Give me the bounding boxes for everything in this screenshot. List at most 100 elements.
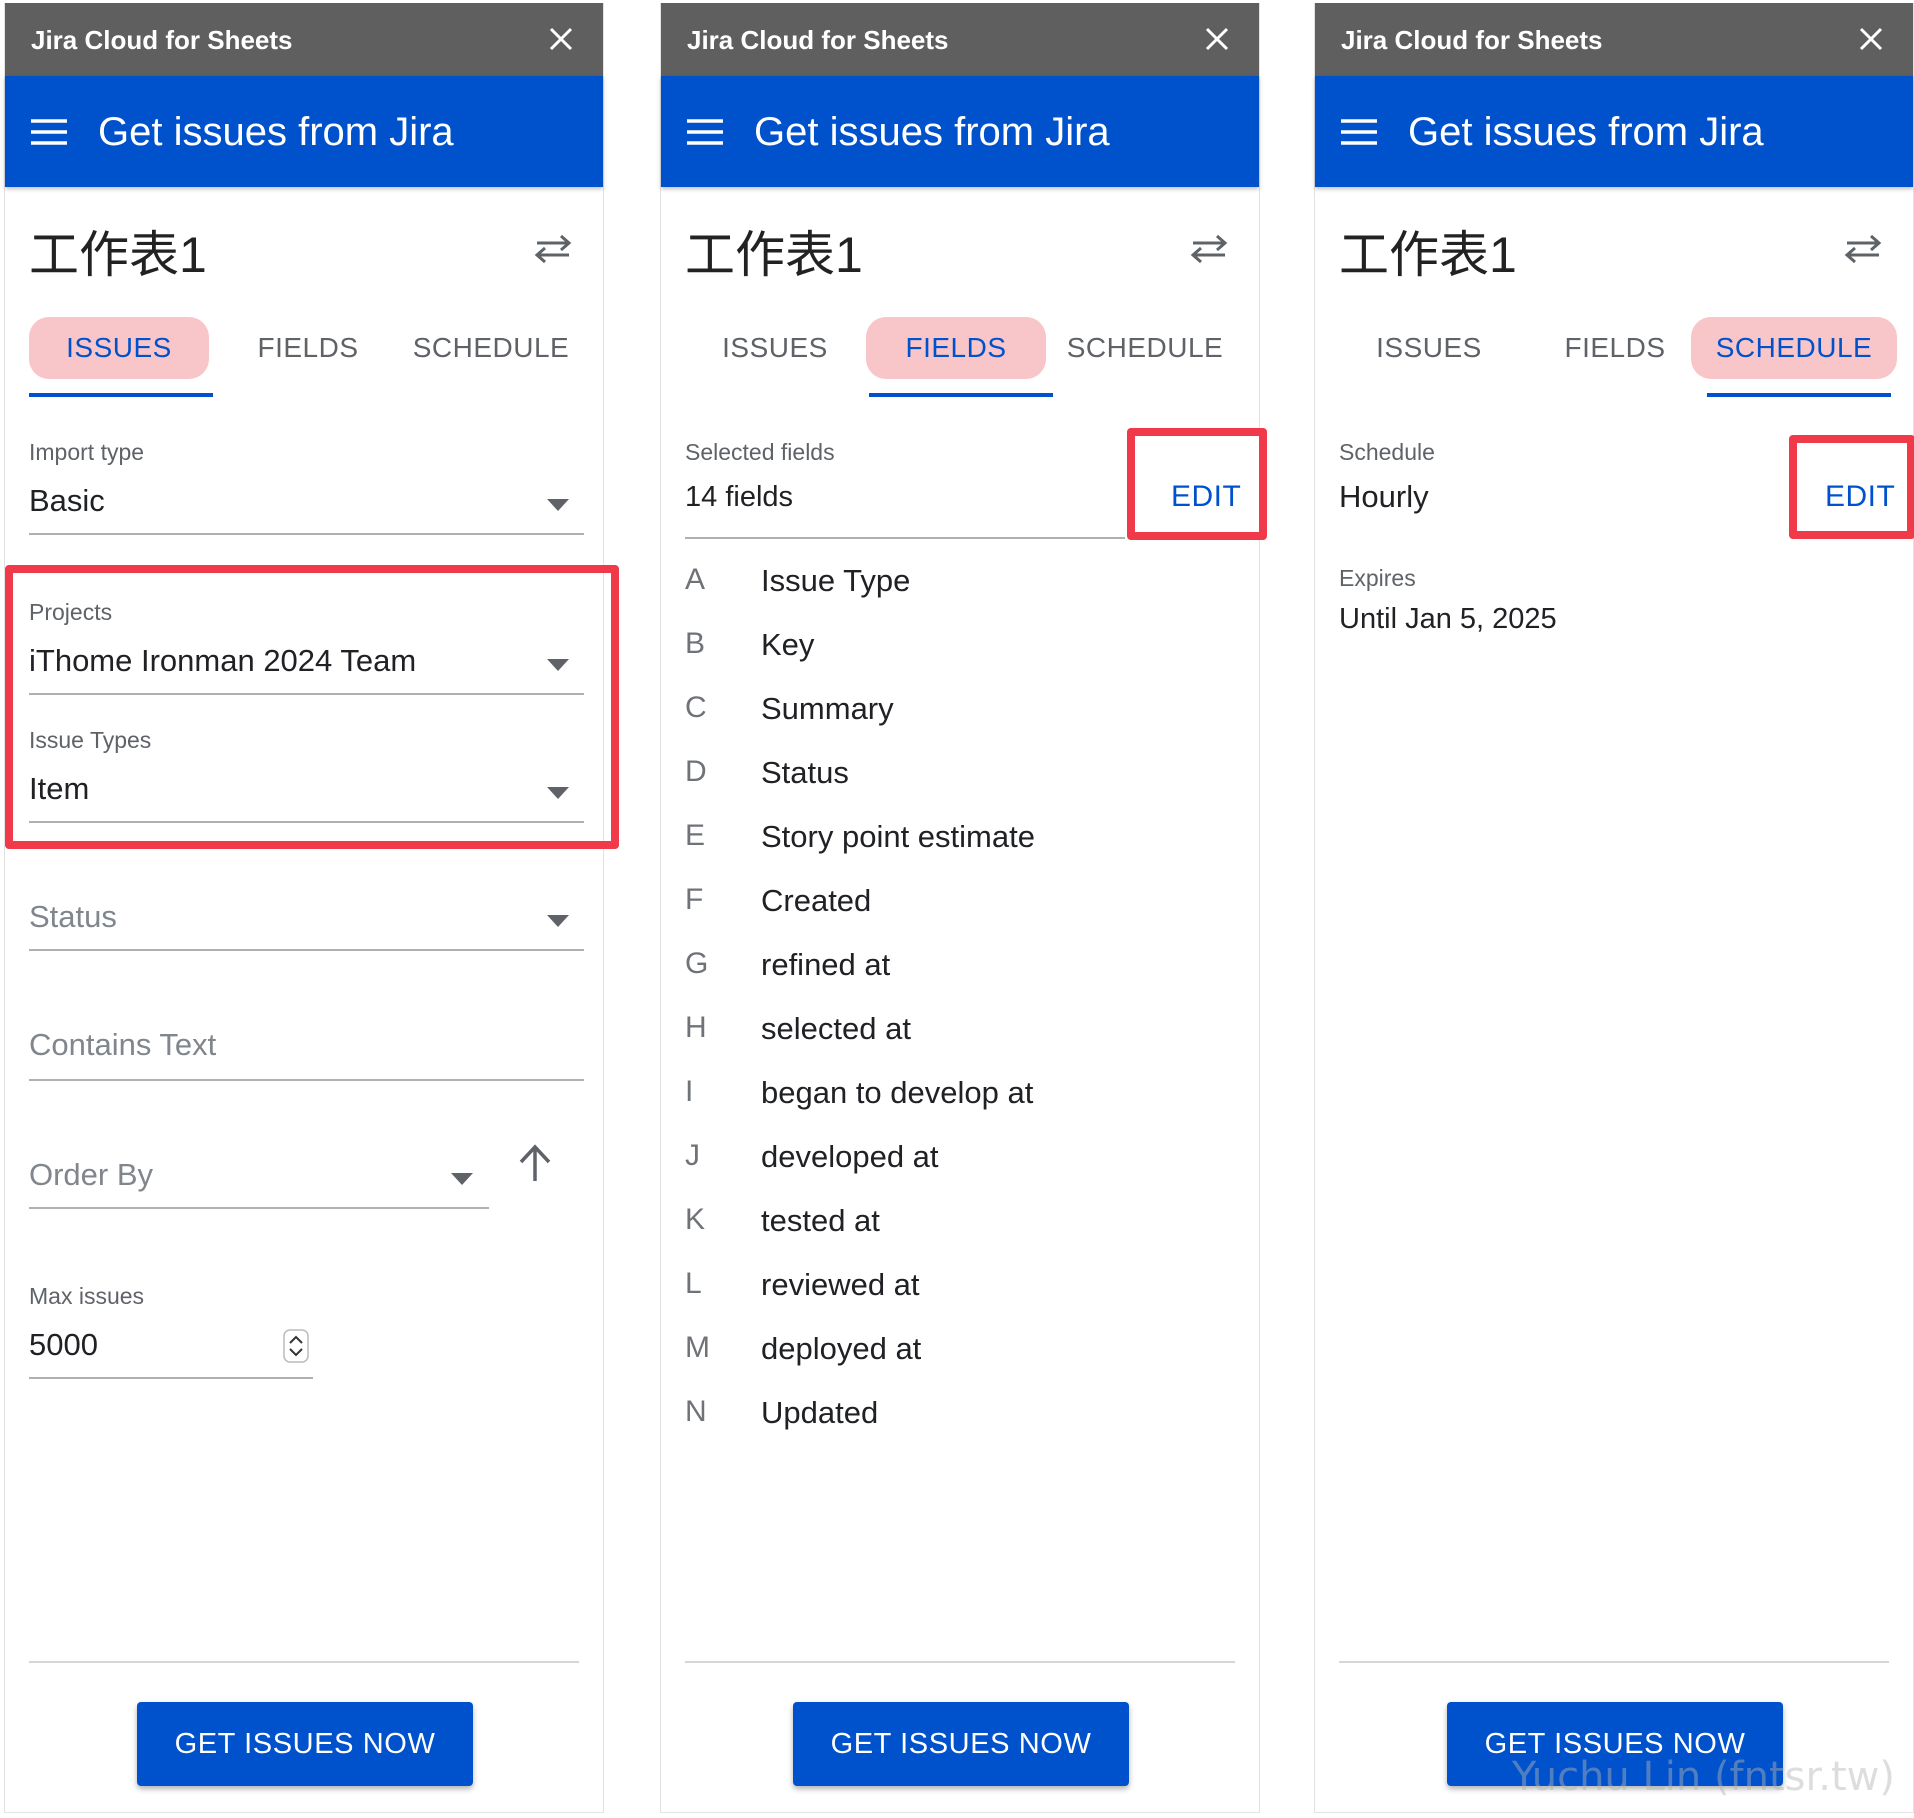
order-by-select[interactable]: Order By [29, 1157, 153, 1193]
selected-fields-count: 14 fields [685, 481, 794, 513]
active-tab-indicator [1707, 393, 1891, 397]
tab-fields[interactable]: FIELDS [1525, 317, 1705, 379]
app-bar: Get issues from Jira [5, 76, 603, 187]
app-name: Jira Cloud for Sheets [1341, 25, 1603, 55]
chevron-down-icon[interactable] [547, 787, 569, 799]
field-underline [29, 949, 584, 951]
max-issues-label: Max issues [29, 1283, 145, 1309]
app-bar: Get issues from Jira [661, 76, 1259, 187]
tab-schedule[interactable]: SCHEDULE [1055, 317, 1235, 379]
field-column-letter: F [685, 883, 704, 916]
close-icon[interactable] [1851, 19, 1891, 59]
field-underline [29, 1079, 584, 1081]
tab-issues[interactable]: ISSUES [685, 317, 865, 379]
chevron-down-icon[interactable] [547, 915, 569, 927]
field-name: Issue Type [761, 563, 911, 598]
hamburger-menu-icon[interactable] [685, 112, 725, 152]
field-name: Key [761, 627, 815, 662]
schedule-value: Hourly [1339, 479, 1429, 514]
sheet-name: 工作表1 [29, 227, 207, 283]
projects-label: Projects [29, 599, 113, 625]
field-column-letter: N [685, 1395, 707, 1428]
schedule-panel: Jira Cloud for Sheets Get issues from Ji… [1314, 3, 1914, 1813]
field-name: Created [761, 883, 872, 918]
swap-arrows-icon[interactable] [531, 231, 575, 265]
page-title: Get issues from Jira [1408, 110, 1764, 154]
field-column-letter: I [685, 1075, 694, 1108]
tab-issues[interactable]: ISSUES [29, 317, 209, 379]
close-icon[interactable] [541, 19, 581, 59]
field-name: Summary [761, 691, 894, 726]
get-issues-now-button[interactable]: GET ISSUES NOW [137, 1702, 473, 1786]
import-type-select[interactable]: Basic [29, 483, 105, 519]
field-name: selected at [761, 1011, 911, 1046]
field-name: reviewed at [761, 1267, 920, 1302]
sheet-name: 工作表1 [1339, 227, 1517, 283]
field-name: tested at [761, 1203, 880, 1238]
active-tab-indicator [29, 393, 213, 397]
number-stepper-icon[interactable] [283, 1329, 309, 1363]
field-column-letter: D [685, 755, 707, 788]
max-issues-input[interactable]: 5000 [29, 1327, 98, 1363]
field-underline [29, 821, 584, 823]
sidebar-titlebar: Jira Cloud for Sheets [661, 3, 1259, 76]
close-icon[interactable] [1197, 19, 1237, 59]
field-column-letter: H [685, 1011, 707, 1044]
schedule-label: Schedule [1339, 439, 1435, 465]
active-tab-indicator [869, 393, 1053, 397]
issues-panel: Jira Cloud for Sheets Get issues from Ji… [4, 3, 619, 1813]
get-issues-now-button[interactable]: GET ISSUES NOW [793, 1702, 1129, 1786]
tab-label: SCHEDULE [1066, 332, 1224, 363]
tab-label: ISSUES [722, 332, 828, 363]
field-column-letter: E [685, 819, 706, 852]
edit-schedule-button[interactable]: EDIT [1825, 480, 1895, 514]
sidebar-titlebar: Jira Cloud for Sheets [5, 3, 603, 76]
field-column-letter: C [685, 691, 707, 724]
hamburger-menu-icon[interactable] [1339, 112, 1379, 152]
tab-label: FIELDS [1564, 332, 1666, 363]
field-name: Status [761, 755, 849, 790]
field-underline [29, 693, 584, 695]
field-column-letter: G [685, 947, 709, 980]
page-title: Get issues from Jira [754, 110, 1110, 154]
expires-value: Until Jan 5, 2025 [1339, 603, 1557, 635]
field-column-letter: A [685, 563, 706, 596]
footer-divider [29, 1661, 579, 1663]
issue-types-select[interactable]: Item [29, 771, 89, 807]
tab-label: SCHEDULE [1715, 332, 1873, 363]
field-name: began to develop at [761, 1075, 1034, 1110]
field-column-letter: K [685, 1203, 706, 1236]
field-name: refined at [761, 947, 891, 982]
swap-arrows-icon[interactable] [1841, 231, 1885, 265]
chevron-down-icon[interactable] [451, 1173, 473, 1185]
expires-label: Expires [1339, 565, 1416, 591]
status-select[interactable]: Status [29, 899, 117, 935]
sort-ascending-arrow-icon[interactable] [517, 1143, 553, 1183]
hamburger-menu-icon[interactable] [29, 112, 69, 152]
tab-schedule[interactable]: SCHEDULE [401, 317, 581, 379]
chevron-down-icon[interactable] [547, 499, 569, 511]
field-column-letter: M [685, 1331, 710, 1364]
field-name: Updated [761, 1395, 879, 1430]
tab-issues[interactable]: ISSUES [1339, 317, 1519, 379]
swap-arrows-icon[interactable] [1187, 231, 1231, 265]
field-column-letter: J [685, 1139, 700, 1172]
tab-label: ISSUES [1376, 332, 1482, 363]
tab-fields[interactable]: FIELDS [866, 317, 1046, 379]
app-name: Jira Cloud for Sheets [31, 25, 293, 55]
field-column-letter: B [685, 627, 706, 660]
footer-divider [685, 1661, 1235, 1663]
edit-fields-button[interactable]: EDIT [1171, 480, 1241, 514]
field-name: Story point estimate [761, 819, 1035, 854]
field-underline [29, 533, 584, 535]
projects-select[interactable]: iThome Ironman 2024 Team [29, 643, 416, 679]
chevron-down-icon[interactable] [547, 659, 569, 671]
fields-panel: Jira Cloud for Sheets Get issues from Ji… [660, 3, 1267, 1813]
field-underline [29, 1377, 313, 1379]
tab-fields[interactable]: FIELDS [218, 317, 398, 379]
tab-schedule[interactable]: SCHEDULE [1691, 317, 1897, 379]
footer-divider [1339, 1661, 1889, 1663]
import-type-label: Import type [29, 439, 145, 465]
sidebar-titlebar: Jira Cloud for Sheets [1315, 3, 1913, 76]
contains-text-input[interactable]: Contains Text [29, 1027, 216, 1063]
